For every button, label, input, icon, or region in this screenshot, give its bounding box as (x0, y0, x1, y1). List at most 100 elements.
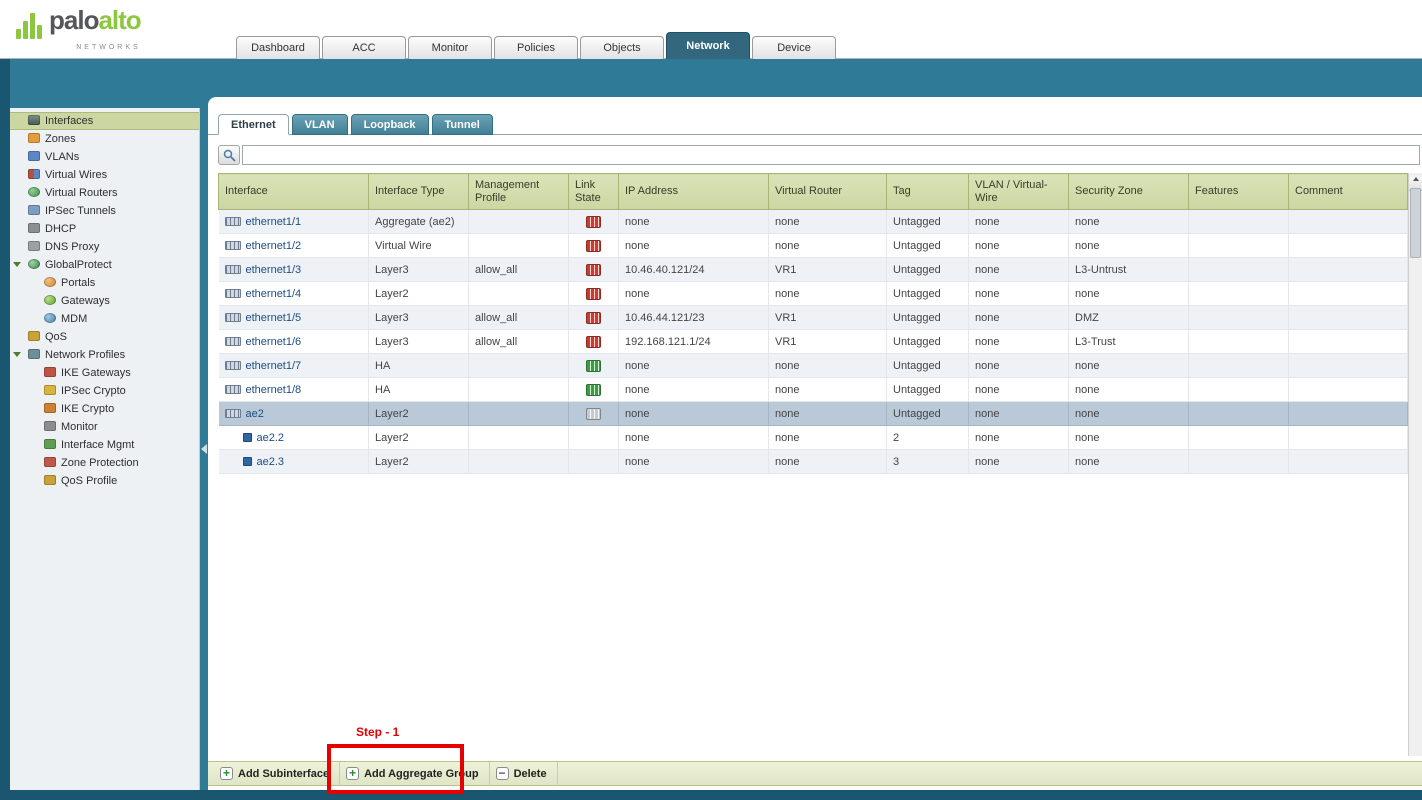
interface-cell: ethernet1/1 (219, 210, 369, 234)
table-row-ethernet1-7[interactable]: ethernet1/7HAnonenoneUntaggednonenone (219, 354, 1408, 378)
link-state-up-icon (586, 384, 601, 396)
subtab-tunnel[interactable]: Tunnel (432, 114, 493, 135)
nav-tab-device[interactable]: Device (752, 36, 836, 59)
subtab-ethernet[interactable]: Ethernet (218, 114, 289, 135)
search-button[interactable] (218, 145, 240, 165)
sidebar-item-vlans[interactable]: VLANs (10, 148, 199, 166)
sidebar-item-ike-crypto[interactable]: IKE Crypto (10, 400, 199, 418)
sidebar-collapse-arrow-icon[interactable] (201, 444, 207, 454)
cell-mgmt (469, 282, 569, 306)
interface-table: InterfaceInterface TypeManagement Profil… (218, 173, 1408, 474)
subtab-loopback[interactable]: Loopback (351, 114, 429, 135)
cell-type: Layer3 (369, 306, 469, 330)
column-header-link-state[interactable]: Link State (569, 174, 619, 210)
table-row-ethernet1-8[interactable]: ethernet1/8HAnonenoneUntaggednonenone (219, 378, 1408, 402)
delete-button[interactable]: −Delete (490, 761, 558, 786)
sidebar-item-ike-gateways[interactable]: IKE Gateways (10, 364, 199, 382)
sidebar-item-label: DNS Proxy (45, 241, 99, 253)
column-header-features[interactable]: Features (1189, 174, 1289, 210)
link-state-up-icon (586, 360, 601, 372)
table-row-ethernet1-5[interactable]: ethernet1/5Layer3allow_all10.46.44.121/2… (219, 306, 1408, 330)
table-row-ethernet1-6[interactable]: ethernet1/6Layer3allow_all192.168.121.1/… (219, 330, 1408, 354)
cell-comment (1289, 258, 1408, 282)
sidebar-item-qos[interactable]: QoS (10, 328, 199, 346)
globalprotect-icon (28, 259, 40, 269)
app-window: paloalto NETWORKS DashboardACCMonitorPol… (0, 0, 1422, 800)
table-scrollbar[interactable] (1408, 173, 1422, 756)
nav-tab-objects[interactable]: Objects (580, 36, 664, 59)
sidebar-item-qos-profile[interactable]: QoS Profile (10, 472, 199, 490)
interface-cell: ethernet1/8 (219, 378, 369, 402)
sidebar-item-dhcp[interactable]: DHCP (10, 220, 199, 238)
tree-expander-icon[interactable] (13, 262, 21, 267)
cell-comment (1289, 282, 1408, 306)
sidebar-item-portals[interactable]: Portals (10, 274, 199, 292)
sidebar-item-ipsec-crypto[interactable]: IPSec Crypto (10, 382, 199, 400)
column-header-vlan-virtual-wire[interactable]: VLAN / Virtual-Wire (969, 174, 1069, 210)
interface-icon (225, 217, 241, 226)
cell-mgmt: allow_all (469, 306, 569, 330)
column-header-interface[interactable]: Interface (219, 174, 369, 210)
search-input[interactable] (242, 145, 1420, 165)
sidebar-item-label: Network Profiles (45, 349, 125, 361)
interface-icon (225, 337, 241, 346)
cell-ip: 192.168.121.1/24 (619, 330, 769, 354)
ike-gateways-icon (44, 367, 56, 377)
nav-tab-dashboard[interactable]: Dashboard (236, 36, 320, 59)
nav-tab-acc[interactable]: ACC (322, 36, 406, 59)
sidebar-item-zone-protection[interactable]: Zone Protection (10, 454, 199, 472)
footer-toolbar: +Add Subinterface+Add Aggregate Group−De… (208, 761, 1422, 786)
add-subinterface-button[interactable]: +Add Subinterface (214, 761, 340, 786)
virtual-wires-icon (28, 169, 40, 179)
table-row-ethernet1-2[interactable]: ethernet1/2Virtual WirenonenoneUntaggedn… (219, 234, 1408, 258)
sidebar-item-zones[interactable]: Zones (10, 130, 199, 148)
table-row-ethernet1-3[interactable]: ethernet1/3Layer3allow_all10.46.40.121/2… (219, 258, 1408, 282)
sidebar-item-virtual-wires[interactable]: Virtual Wires (10, 166, 199, 184)
dns-proxy-icon (28, 241, 40, 251)
nav-tab-policies[interactable]: Policies (494, 36, 578, 59)
cell-comment (1289, 450, 1408, 474)
interface-cell: ae2.3 (219, 450, 369, 474)
sidebar-item-gateways[interactable]: Gateways (10, 292, 199, 310)
nav-tab-monitor[interactable]: Monitor (408, 36, 492, 59)
column-header-ip-address[interactable]: IP Address (619, 174, 769, 210)
cell-zone: none (1069, 402, 1189, 426)
column-header-interface-type[interactable]: Interface Type (369, 174, 469, 210)
column-header-management-profile[interactable]: Management Profile (469, 174, 569, 210)
add-aggregate-group-button[interactable]: +Add Aggregate Group (340, 761, 489, 786)
column-header-comment[interactable]: Comment (1289, 174, 1408, 210)
sidebar-item-dns-proxy[interactable]: DNS Proxy (10, 238, 199, 256)
cell-comment (1289, 354, 1408, 378)
column-header-virtual-router[interactable]: Virtual Router (769, 174, 887, 210)
table-row-ethernet1-1[interactable]: ethernet1/1Aggregate (ae2)nonenoneUntagg… (219, 210, 1408, 234)
sidebar-item-network-profiles[interactable]: Network Profiles (10, 346, 199, 364)
scrollbar-thumb[interactable] (1410, 188, 1421, 258)
sidebar-item-label: Portals (61, 277, 95, 289)
sidebar-item-virtual-routers[interactable]: Virtual Routers (10, 184, 199, 202)
sidebar-item-monitor[interactable]: Monitor (10, 418, 199, 436)
table-row-ae2-2[interactable]: ae2.2Layer2nonenone2nonenone (219, 426, 1408, 450)
interface-name: ethernet1/8 (246, 384, 302, 396)
sidebar-item-interface-mgmt[interactable]: Interface Mgmt (10, 436, 199, 454)
subinterface-icon (243, 433, 252, 442)
nav-tab-network[interactable]: Network (666, 32, 750, 59)
interface-icon (225, 289, 241, 298)
logo-text: paloalto NETWORKS (49, 7, 141, 61)
cell-vr: none (769, 234, 887, 258)
subtab-vlan[interactable]: VLAN (292, 114, 348, 135)
cell-features (1189, 426, 1289, 450)
sidebar-item-interfaces[interactable]: Interfaces (10, 112, 199, 130)
sidebar-item-mdm[interactable]: MDM (10, 310, 199, 328)
cell-features (1189, 450, 1289, 474)
table-row-ethernet1-4[interactable]: ethernet1/4Layer2nonenoneUntaggednonenon… (219, 282, 1408, 306)
sidebar-item-ipsec-tunnels[interactable]: IPSec Tunnels (10, 202, 199, 220)
column-header-tag[interactable]: Tag (887, 174, 969, 210)
column-header-security-zone[interactable]: Security Zone (1069, 174, 1189, 210)
table-row-ae2-3[interactable]: ae2.3Layer2nonenone3nonenone (219, 450, 1408, 474)
cell-features (1189, 258, 1289, 282)
cell-ip: 10.46.40.121/24 (619, 258, 769, 282)
tree-expander-icon[interactable] (13, 352, 21, 357)
table-row-ae2[interactable]: ae2Layer2nonenoneUntaggednonenone (219, 402, 1408, 426)
interface-cell: ae2 (219, 402, 369, 426)
sidebar-item-globalprotect[interactable]: GlobalProtect (10, 256, 199, 274)
